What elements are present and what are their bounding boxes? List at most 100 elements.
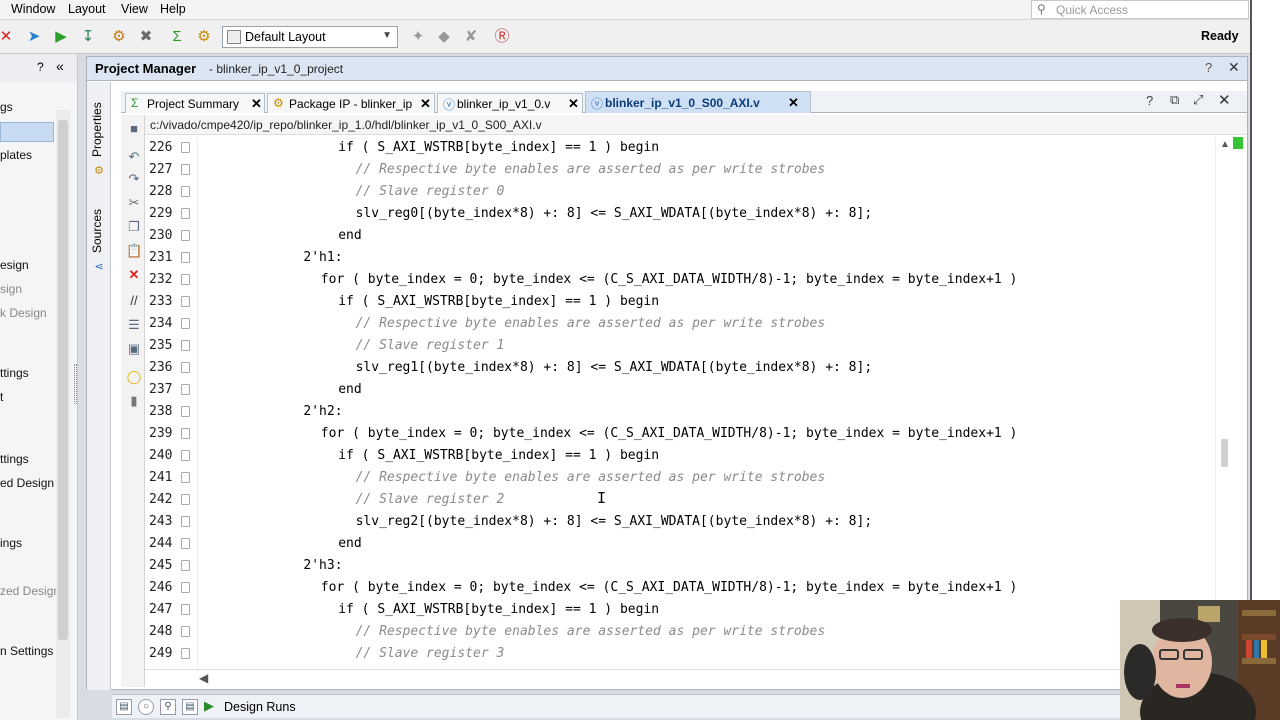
flow-navigator-item[interactable]: ttings (0, 452, 29, 466)
fold-marker-icon[interactable] (181, 582, 190, 593)
gear-icon[interactable]: ⚙ (194, 27, 214, 47)
pin-icon[interactable]: ✦ (408, 27, 428, 47)
tab-properties[interactable]: Properties (90, 100, 108, 160)
tools-icon[interactable]: ✖ (136, 27, 156, 47)
download-icon[interactable]: ↧ (78, 27, 98, 47)
redo-icon[interactable]: ↷ (126, 171, 142, 187)
close-tab-icon[interactable]: ✕ (251, 96, 262, 112)
fold-marker-icon[interactable] (181, 560, 190, 571)
flow-navigator-scrollbar[interactable] (56, 110, 70, 718)
reports-icon[interactable]: ▤ (182, 699, 198, 715)
code-line[interactable]: 243 slv_reg2[(byte_index*8) +: 8] <= S_AX… (145, 511, 1217, 533)
code-vertical-scrollbar[interactable]: ▲ (1215, 137, 1233, 669)
tab-sources[interactable]: Sources (90, 206, 108, 256)
fold-marker-icon[interactable] (181, 252, 190, 263)
code-line[interactable]: 242 // Slave register 2 (145, 489, 1217, 511)
sigma-icon[interactable]: Σ (167, 27, 187, 47)
help-icon[interactable]: ? (1146, 93, 1153, 108)
tcl-console-icon[interactable]: ▤ (116, 699, 132, 715)
flow-navigator-item[interactable]: gs (0, 100, 13, 114)
code-editor[interactable]: I 226 if ( S_AXI_WSTRB[byte_index] == 1 )… (145, 137, 1217, 669)
help-icon[interactable]: ? (37, 60, 44, 74)
tab-package-ip[interactable]: ⚙ Package IP - blinker_ip ✕ (267, 93, 435, 113)
code-line[interactable]: 245 2'h3: (145, 555, 1217, 577)
help-circle-icon[interactable]: Ⓡ (492, 27, 512, 47)
flow-navigator-item[interactable]: ed Design (0, 476, 54, 490)
code-line[interactable]: 226 if ( S_AXI_WSTRB[byte_index] == 1 ) b… (145, 137, 1217, 159)
code-line[interactable]: 232 for ( byte_index = 0; byte_index <= (… (145, 269, 1217, 291)
tab-project-summary[interactable]: Σ Project Summary ✕ (125, 93, 265, 113)
lightbulb-icon[interactable]: ◯ (126, 369, 142, 385)
code-line[interactable]: 244 end (145, 533, 1217, 555)
collapse-icon[interactable]: « (56, 58, 64, 74)
scrollbar-thumb[interactable] (1221, 439, 1228, 467)
code-line[interactable]: 237 end (145, 379, 1217, 401)
save-icon[interactable]: ■ (126, 121, 142, 137)
flow-navigator-item[interactable]: esign (0, 258, 29, 272)
fold-marker-icon[interactable] (181, 538, 190, 549)
code-line[interactable]: 238 2'h2: (145, 401, 1217, 423)
menu-layout[interactable]: Layout (68, 2, 106, 16)
scrollbar-thumb[interactable] (58, 120, 68, 640)
copy-icon[interactable]: ❐ (126, 219, 142, 235)
code-line[interactable]: 228 // Slave register 0 (145, 181, 1217, 203)
bookmark-icon[interactable]: ▮ (126, 393, 142, 409)
splitter-grip[interactable] (74, 364, 77, 404)
code-horizontal-scrollbar[interactable]: ◀ (145, 669, 1205, 687)
flow-navigator-item[interactable]: t (0, 390, 3, 404)
fold-marker-icon[interactable] (181, 450, 190, 461)
cut-icon[interactable]: ✂ (126, 195, 142, 211)
tab-blinker-ip-s00-axi[interactable]: ⓥ blinker_ip_v1_0_S00_AXI.v ✕ (585, 91, 811, 113)
paste-icon[interactable]: 📋 (126, 243, 142, 259)
code-line[interactable]: 239 for ( byte_index = 0; byte_index <= (… (145, 423, 1217, 445)
fold-marker-icon[interactable] (181, 142, 190, 153)
fold-marker-icon[interactable] (181, 164, 190, 175)
code-line[interactable]: 231 2'h1: (145, 247, 1217, 269)
close-tab-icon[interactable]: ✕ (568, 96, 579, 112)
flow-navigator-item[interactable]: plates (0, 148, 32, 162)
fold-marker-icon[interactable] (181, 648, 190, 659)
fold-marker-icon[interactable] (181, 186, 190, 197)
menu-help[interactable]: Help (160, 2, 186, 16)
flow-navigator-item[interactable]: ttings (0, 366, 29, 380)
fold-marker-icon[interactable] (181, 274, 190, 285)
probe-icon[interactable]: ✘ (461, 27, 481, 47)
diamond-icon[interactable]: ◆ (434, 27, 454, 47)
messages-icon[interactable]: ○ (138, 699, 154, 715)
code-line[interactable]: 230 end (145, 225, 1217, 247)
flow-navigator-item[interactable]: k Design (0, 306, 47, 320)
close-tab-icon[interactable]: ✕ (788, 95, 799, 111)
fold-marker-icon[interactable] (181, 406, 190, 417)
delete-icon[interactable]: ✕ (126, 267, 142, 283)
close-icon[interactable]: ✕ (1218, 91, 1231, 109)
code-line[interactable]: 241 // Respective byte enables are assert… (145, 467, 1217, 489)
code-line[interactable]: 246 for ( byte_index = 0; byte_index <= (… (145, 577, 1217, 599)
fold-marker-icon[interactable] (181, 230, 190, 241)
template-icon[interactable]: ▣ (126, 341, 142, 357)
fold-marker-icon[interactable] (181, 472, 190, 483)
flow-navigator-item[interactable]: ings (0, 536, 22, 550)
run-simulation-icon[interactable]: ➤ (24, 27, 44, 47)
fold-marker-icon[interactable] (181, 318, 190, 329)
flow-navigator-item[interactable]: zed Design (0, 584, 60, 598)
code-line[interactable]: 248 // Respective byte enables are assert… (145, 621, 1217, 643)
chevron-up-icon[interactable]: ▲ (1220, 139, 1230, 150)
quick-access-field[interactable]: ⚲ Quick Access (1031, 0, 1249, 19)
code-line[interactable]: 234 // Respective byte enables are assert… (145, 313, 1217, 335)
code-line[interactable]: 229 slv_reg0[(byte_index*8) +: 8] <= S_AX… (145, 203, 1217, 225)
run-icon[interactable]: ▶ (51, 27, 71, 47)
indent-icon[interactable]: ☰ (126, 317, 142, 333)
tab-blinker-ip-v1-0[interactable]: ⓥ blinker_ip_v1_0.v ✕ (437, 93, 583, 113)
flow-navigator-selected-item[interactable] (0, 122, 54, 142)
maximize-icon[interactable]: ⤢ (1193, 92, 1203, 108)
comment-icon[interactable]: // (126, 293, 142, 309)
fold-marker-icon[interactable] (181, 494, 190, 505)
code-line[interactable]: 247 if ( S_AXI_WSTRB[byte_index] == 1 ) b… (145, 599, 1217, 621)
code-line[interactable]: 235 // Slave register 1 (145, 335, 1217, 357)
chevron-left-icon[interactable]: ◀ (199, 671, 208, 685)
flow-navigator-item[interactable]: n Settings (0, 644, 53, 658)
fold-marker-icon[interactable] (181, 604, 190, 615)
log-icon[interactable]: ⚲ (160, 699, 176, 715)
menu-window[interactable]: Window (11, 2, 55, 16)
code-line[interactable]: 240 if ( S_AXI_WSTRB[byte_index] == 1 ) b… (145, 445, 1217, 467)
